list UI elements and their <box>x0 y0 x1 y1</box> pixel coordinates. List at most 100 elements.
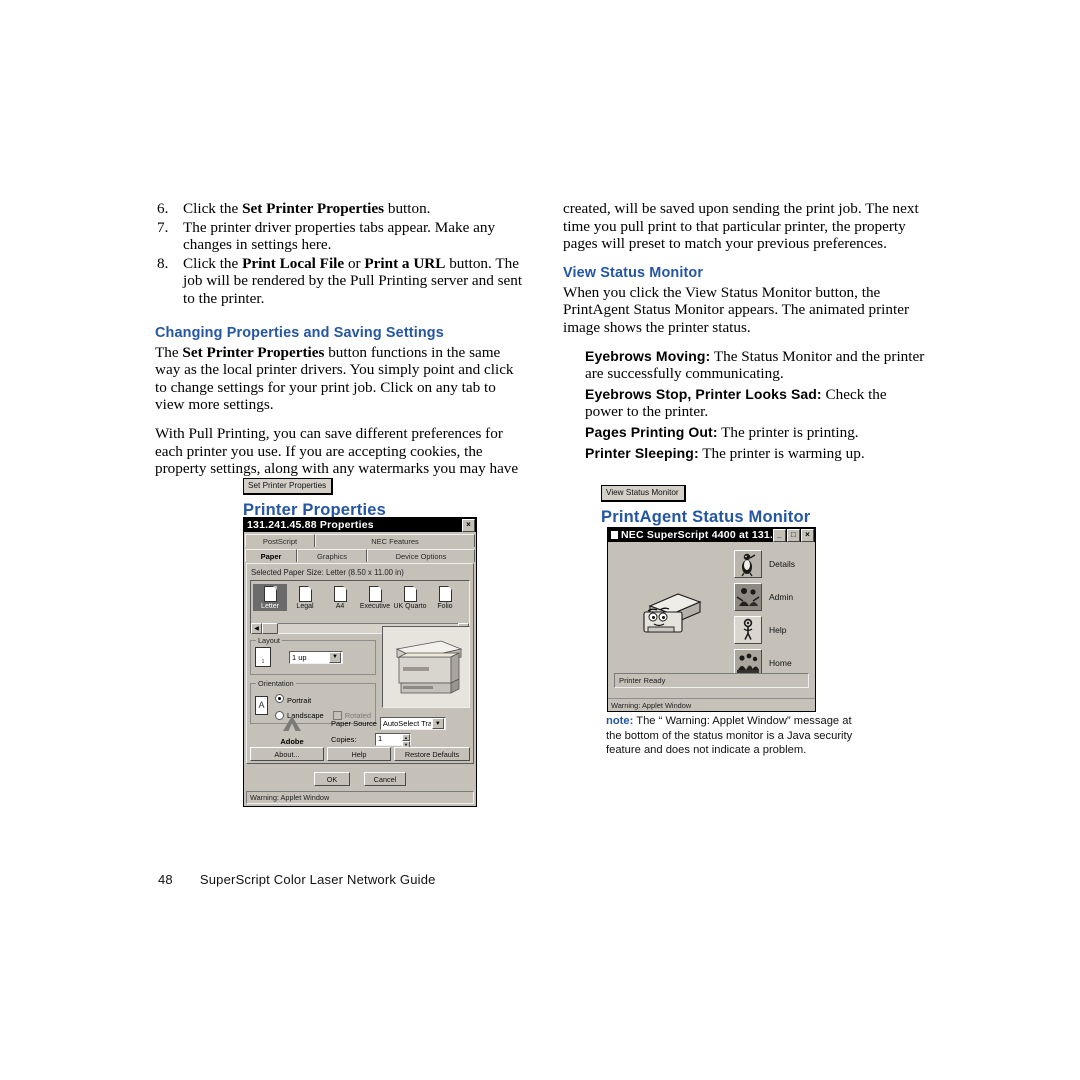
status-monitor-item-details[interactable]: Details <box>734 550 809 578</box>
status-monitor-item-label: Details <box>769 559 795 569</box>
orientation-preview-icon: A <box>255 695 269 715</box>
animated-printer-illustration <box>634 586 706 649</box>
status-monitor-item-label: Admin <box>769 592 794 602</box>
page-number: 48 <box>158 872 173 887</box>
document-page: 6. Click the Set Printer Properties butto… <box>0 0 1080 1080</box>
printer-preview-image <box>382 626 470 708</box>
page-icon <box>298 586 312 602</box>
status-monitor-titlebar: NEC SuperScript 4400 at 131.241.... _ □ … <box>608 528 815 542</box>
layout-preview-icon: 1 <box>255 647 271 667</box>
spinner-up-icon[interactable]: ▲ <box>402 734 410 741</box>
paper-size-label: Folio <box>437 603 453 610</box>
paper-size-a4[interactable]: A4 <box>323 584 357 611</box>
tab-paper[interactable]: Paper <box>245 549 297 562</box>
minimize-icon[interactable]: _ <box>773 528 786 542</box>
paragraph-pull-printing: With Pull Printing, you can save differe… <box>155 424 519 478</box>
paper-size-letter[interactable]: Letter <box>253 584 287 611</box>
layout-group: Layout 1 1 up ▼ <box>250 636 376 675</box>
orientation-legend: Orientation <box>256 679 296 688</box>
maximize-icon[interactable]: □ <box>787 528 800 542</box>
status-monitor-item-label: Home <box>769 658 792 668</box>
spinner-arrows[interactable]: ▲ ▼ <box>402 734 410 748</box>
dialog-title: 131.241.45.88 Properties <box>247 519 374 531</box>
dialog-titlebar: 131.241.45.88 Properties × <box>244 518 476 532</box>
status-monitor-dialog: NEC SuperScript 4400 at 131.241.... _ □ … <box>607 527 816 712</box>
layout-legend: Layout <box>256 636 282 645</box>
view-status-monitor-button[interactable]: View Status Monitor <box>601 485 686 502</box>
dialog-statusbar: Warning: Applet Window <box>246 791 474 804</box>
radio-portrait[interactable] <box>275 694 285 704</box>
tab-postscript[interactable]: PostScript <box>245 534 315 547</box>
tab-panel-paper: Selected Paper Size: Letter (8.50 x 11.0… <box>246 563 474 764</box>
definition-term: Pages Printing Out: <box>585 423 718 440</box>
list-item-number: 6. <box>157 200 169 217</box>
paper-size-label: UK Quarto <box>393 603 427 610</box>
paragraph-created-saved: created, will be saved upon sending the … <box>563 200 919 253</box>
left-column: 6. Click the Set Printer Properties butto… <box>155 200 525 489</box>
list-item-bold: Print Local File <box>242 254 345 272</box>
status-monitor-item-admin[interactable]: Admin <box>734 583 809 611</box>
layout-select-value: 1 up <box>292 652 307 662</box>
status-definitions-list: Eyebrows Moving: The Status Monitor and … <box>563 348 928 463</box>
admin-icon[interactable] <box>734 583 762 611</box>
scrollbar-thumb[interactable] <box>262 623 278 634</box>
paper-size-executive[interactable]: Executive <box>358 584 392 611</box>
page-icon <box>403 586 417 602</box>
paper-source-select[interactable]: AutoSelect Tra ▼ <box>379 717 446 730</box>
note-block: note: The “ Warning: Applet Window” mess… <box>606 714 856 758</box>
list-item-number: 7. <box>157 218 169 236</box>
about-button[interactable]: About... <box>250 747 324 761</box>
copies-stepper[interactable]: 1 ▲ ▼ <box>375 733 411 748</box>
status-monitor-warning-bar: Warning: Applet Window <box>608 698 815 711</box>
tab-nec-features[interactable]: NEC Features <box>315 534 475 547</box>
close-icon[interactable]: × <box>801 528 814 542</box>
paper-size-folio[interactable]: Folio <box>428 584 462 611</box>
list-item-text-pre: The printer driver properties tabs appea… <box>183 218 496 254</box>
section-heading-changing-properties: Changing Properties and Saving Settings <box>155 324 444 341</box>
panel-button-row: About... Help Restore Defaults <box>250 747 470 761</box>
tab-graphics[interactable]: Graphics <box>297 549 367 562</box>
paper-size-label: Letter <box>261 603 279 610</box>
page-icon <box>333 586 347 602</box>
status-monitor-item-help[interactable]: Help <box>734 616 809 644</box>
definition-term: Eyebrows Moving: <box>585 347 711 364</box>
definition-pages-printing-out: Pages Printing Out: The printer is print… <box>563 424 928 442</box>
cancel-button[interactable]: Cancel <box>364 772 406 786</box>
paper-size-row: Letter Legal A4 Executive UK Quarto Foli… <box>251 581 469 611</box>
note-label: note: <box>606 715 634 727</box>
restore-defaults-button[interactable]: Restore Defaults <box>394 747 470 761</box>
tab-row-secondary: Paper Graphics Device Options <box>244 549 476 562</box>
paper-size-label: A4 <box>335 603 345 610</box>
list-item-text-pre: Click the <box>183 254 243 272</box>
right-column: created, will be saved upon sending the … <box>563 200 928 465</box>
tab-device-options[interactable]: Device Options <box>367 549 475 562</box>
paragraph-set-printer-properties: The Set Printer Properties button functi… <box>155 344 525 414</box>
help-icon[interactable] <box>734 616 762 644</box>
details-icon[interactable] <box>734 550 762 578</box>
definition-term: Printer Sleeping: <box>585 444 699 461</box>
close-icon[interactable]: × <box>462 518 475 532</box>
layout-select[interactable]: 1 up ▼ <box>289 650 343 664</box>
system-menu-icon[interactable] <box>611 531 618 539</box>
footer-title: SuperScript Color Laser Network Guide <box>199 872 436 887</box>
paper-size-legal[interactable]: Legal <box>288 584 322 611</box>
list-item-bold-2: Print a URL <box>364 254 446 272</box>
paper-size-uk-quarto[interactable]: UK Quarto <box>393 584 427 611</box>
scroll-left-icon[interactable]: ◀ <box>251 623 262 634</box>
definition-eyebrows-stop: Eyebrows Stop, Printer Looks Sad: Check … <box>563 386 928 421</box>
section-heading-view-status-monitor: View Status Monitor <box>563 264 704 281</box>
adobe-label: Adobe <box>280 737 304 746</box>
ok-button[interactable]: OK <box>314 772 350 786</box>
definition-term: Eyebrows Stop, Printer Looks Sad: <box>585 385 822 402</box>
chevron-down-icon[interactable]: ▼ <box>431 718 444 729</box>
list-item: 6. Click the Set Printer Properties butto… <box>155 200 525 218</box>
status-monitor-title: NEC SuperScript 4400 at 131.241.... <box>621 529 772 541</box>
help-button[interactable]: Help <box>327 747 391 761</box>
paragraph-text-pre: The <box>155 343 183 361</box>
chevron-down-icon[interactable]: ▼ <box>329 651 341 663</box>
paper-source-label: Paper Source <box>331 719 377 728</box>
set-printer-properties-button[interactable]: Set Printer Properties <box>243 478 334 495</box>
label-portrait: Portrait <box>287 696 312 705</box>
adobe-icon <box>283 716 301 731</box>
page-icon <box>438 586 452 602</box>
